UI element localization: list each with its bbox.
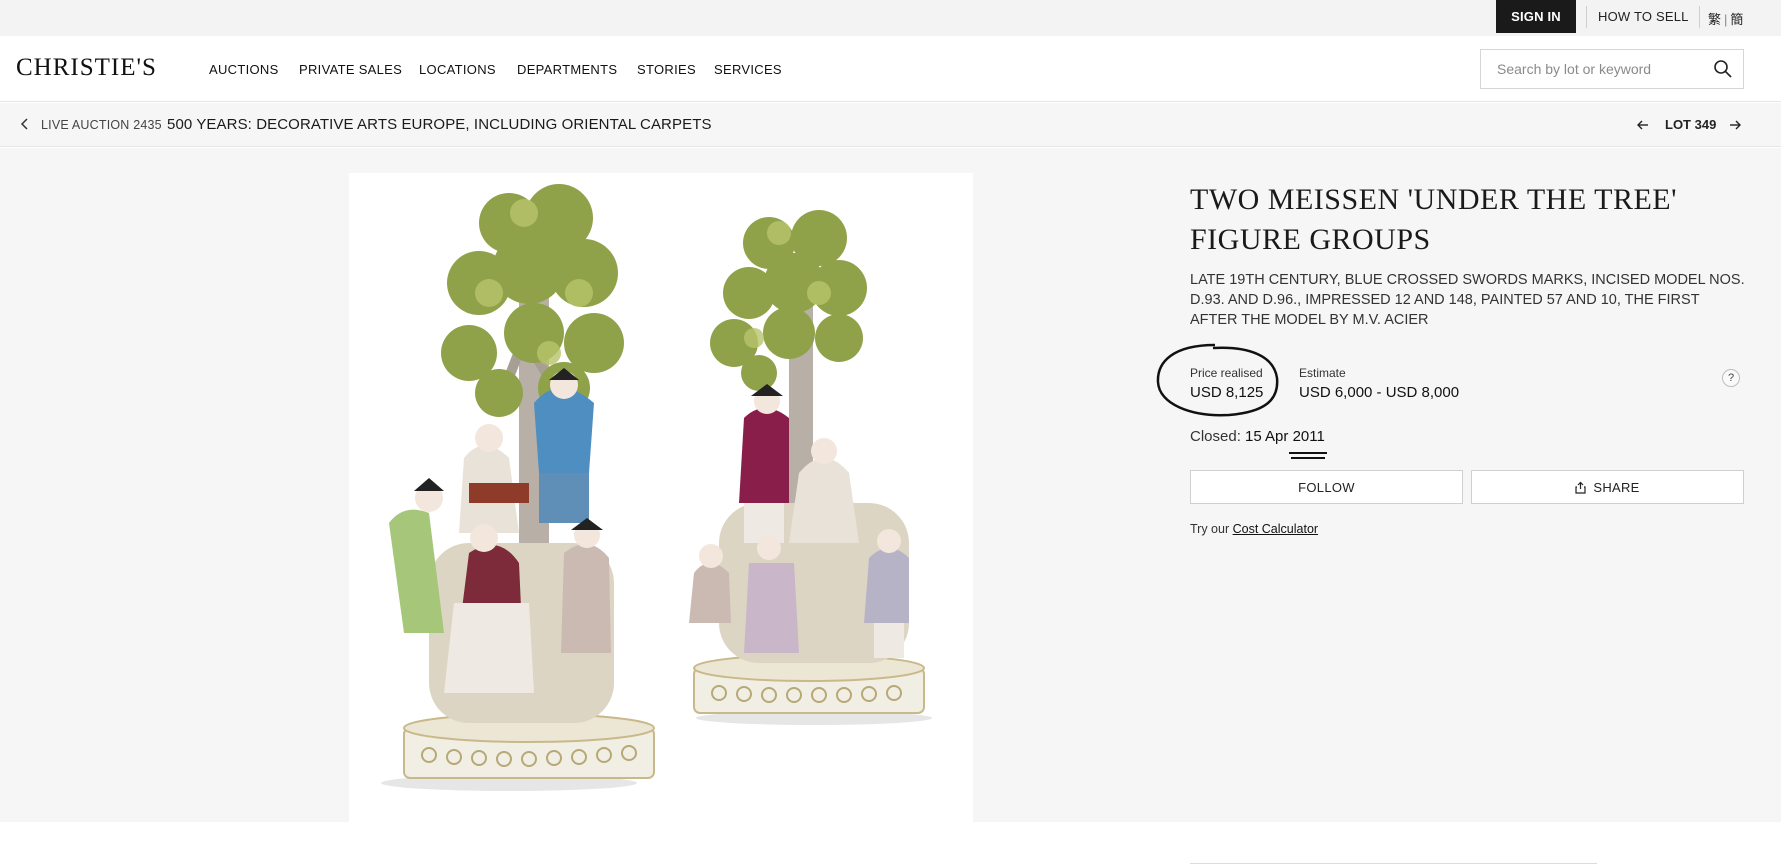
nav-item-stories[interactable]: STORIES xyxy=(637,62,696,77)
nav-item-auctions[interactable]: AUCTIONS xyxy=(209,62,279,77)
cost-calculator-link[interactable]: Cost Calculator xyxy=(1233,522,1318,536)
search-icon[interactable] xyxy=(1713,59,1733,79)
nav-item-services[interactable]: SERVICES xyxy=(714,62,782,77)
arrow-right-icon[interactable] xyxy=(1728,118,1742,132)
nav-item-departments[interactable]: DEPARTMENTS xyxy=(517,62,617,77)
cost-calculator-row: Try our Cost Calculator xyxy=(1190,522,1318,536)
closed-date-row: Closed: 15 Apr 2011 xyxy=(1190,428,1325,445)
lot-subtitle: LATE 19TH CENTURY, BLUE CROSSED SWORDS M… xyxy=(1190,272,1745,328)
search-input[interactable] xyxy=(1497,59,1697,79)
live-auction-label[interactable]: LIVE AUCTION 2435 xyxy=(41,118,162,132)
arrow-left-icon[interactable] xyxy=(1636,118,1650,132)
sale-title-link[interactable]: 500 YEARS: DECORATIVE ARTS EUROPE, INCLU… xyxy=(167,116,712,133)
lot-number: LOT 349 xyxy=(1665,117,1717,132)
nav-item-locations[interactable]: LOCATIONS xyxy=(419,62,496,77)
breadcrumb: LIVE AUCTION 2435 500 YEARS: DECORATIVE … xyxy=(0,103,1781,147)
share-icon xyxy=(1575,481,1586,494)
lot-image[interactable] xyxy=(349,173,973,822)
estimate-value: USD 6,000 - USD 8,000 xyxy=(1299,384,1460,401)
sign-in-button[interactable]: SIGN IN xyxy=(1496,0,1576,33)
share-label: SHARE xyxy=(1593,479,1640,495)
calc-prefix: Try our xyxy=(1190,522,1233,536)
lang-separator: | xyxy=(1724,12,1728,27)
share-button[interactable]: SHARE xyxy=(1471,470,1744,504)
how-to-sell-link[interactable]: HOW TO SELL xyxy=(1598,9,1689,24)
utility-divider xyxy=(1586,6,1587,28)
price-realised-label: Price realised xyxy=(1190,366,1263,380)
utility-bar: SIGN IN HOW TO SELL 繁 | 簡 xyxy=(0,0,1781,36)
help-icon[interactable]: ? xyxy=(1722,369,1740,387)
price-realised-value: USD 8,125 xyxy=(1190,384,1264,401)
estimate-label: Estimate xyxy=(1299,366,1346,380)
porcelain-figures-illustration xyxy=(381,184,932,791)
divider xyxy=(1190,863,1597,864)
closed-label: Closed: xyxy=(1190,428,1246,445)
christies-logo[interactable]: CHRISTIE'S xyxy=(16,54,157,82)
chevron-left-icon[interactable] xyxy=(18,117,32,131)
lot-title: TWO MEISSEN 'UNDER THE TREE' FIGURE GROU… xyxy=(1190,183,1678,256)
language-switcher: 繁 | 簡 xyxy=(1708,9,1743,28)
nav-item-private-sales[interactable]: PRIVATE SALES xyxy=(299,62,402,77)
lang-simplified-link[interactable]: 簡 xyxy=(1730,12,1743,27)
search-box xyxy=(1480,49,1744,89)
lang-traditional-link[interactable]: 繁 xyxy=(1708,12,1721,27)
follow-button[interactable]: FOLLOW xyxy=(1190,470,1463,504)
main-nav: CHRISTIE'S AUCTIONS PRIVATE SALES LOCATI… xyxy=(0,36,1781,102)
utility-divider xyxy=(1699,6,1700,28)
closed-date: 15 Apr 2011 xyxy=(1245,428,1325,445)
